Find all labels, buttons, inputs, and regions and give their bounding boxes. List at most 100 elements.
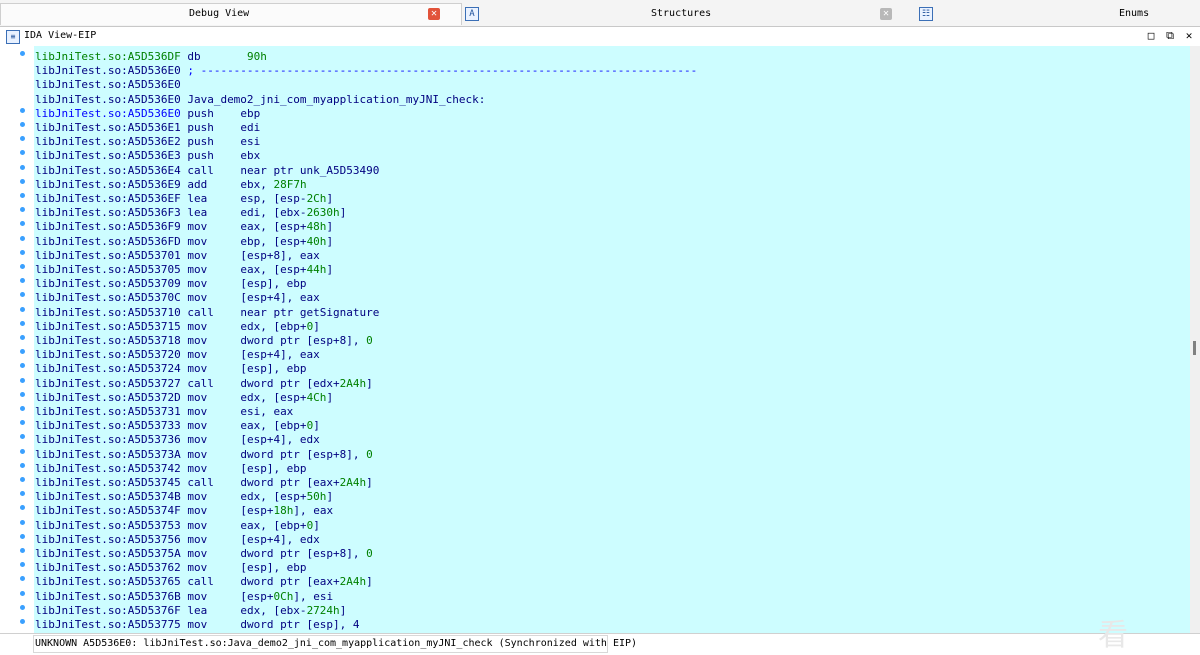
close-icon[interactable]: ✕ [428,8,440,20]
breakpoint-dot[interactable] [20,391,25,397]
mnemonic: push [187,106,214,120]
breakpoint-dot[interactable] [20,519,25,525]
gutter[interactable] [0,46,34,633]
breakpoint-dot[interactable] [20,51,25,56]
code-line[interactable]: libJniTest.so:A5D536E0 ; ---------------… [35,64,697,78]
operand: dword ptr [esp+8], 0 [240,547,373,560]
code-line[interactable]: libJniTest.so:A5D5374B mov edx, [esp+50h] [35,490,333,504]
breakpoint-dot[interactable] [20,249,25,255]
breakpoint-dot[interactable] [20,107,25,113]
breakpoint-dot[interactable] [20,548,25,553]
line-address: libJniTest.so:A5D5370C [35,291,181,305]
mnemonic: mov [187,234,208,248]
mnemonic: mov [187,618,208,631]
code-line[interactable]: libJniTest.so:A5D5376F lea edx, [ebx-2724… [35,604,346,618]
vertical-scrollbar[interactable] [1190,46,1200,633]
code-line[interactable]: libJniTest.so:A5D5370C mov [esp+4], eax [35,291,320,305]
code-line[interactable]: libJniTest.so:A5D536DF db 90h [35,50,267,64]
code-line[interactable]: libJniTest.so:A5D53733 mov eax, [ebp+0] [35,419,320,433]
mnemonic: mov [187,220,208,234]
code-line[interactable]: libJniTest.so:A5D53724 mov [esp], ebp [35,362,307,376]
code-line[interactable]: libJniTest.so:A5D536E4 call near ptr unk_… [35,164,379,178]
close-icon[interactable]: ✕ [1182,29,1196,43]
code-line[interactable]: libJniTest.so:A5D53765 call dword ptr [ea… [35,575,373,589]
code-line[interactable]: libJniTest.so:A5D53753 mov eax, [ebp+0] [35,519,320,533]
code-line[interactable]: libJniTest.so:A5D53710 call near ptr getS… [35,306,379,320]
code-line[interactable]: libJniTest.so:A5D53727 call dword ptr [ed… [35,377,373,391]
breakpoint-dot[interactable] [20,335,25,340]
code-line[interactable]: libJniTest.so:A5D53762 mov [esp], ebp [35,561,307,575]
line-address: libJniTest.so:A5D5372D [35,390,181,404]
code-line[interactable]: libJniTest.so:A5D53709 mov [esp], ebp [35,277,307,291]
breakpoint-dot[interactable] [20,619,25,624]
breakpoint-dot[interactable] [20,406,25,411]
code-line[interactable]: libJniTest.so:A5D536E9 add ebx, 28F7h [35,178,307,192]
mnemonic: mov [187,291,208,305]
breakpoint-dot[interactable] [20,533,25,539]
disassembly-listing[interactable]: libJniTest.so:A5D536DF db 90h libJniTest.… [0,46,1190,633]
tab-structures[interactable]: A Structures ✕ [460,3,910,24]
breakpoint-dot[interactable] [20,122,25,127]
tab-enums[interactable]: ☷ Enums [910,3,1200,24]
breakpoint-dot[interactable] [20,235,25,241]
code-line[interactable]: libJniTest.so:A5D53715 mov edx, [ebp+0] [35,320,320,334]
code-line[interactable]: libJniTest.so:A5D536EF lea esp, [esp-2Ch] [35,192,333,206]
operand: edx, [ebp+0] [240,319,320,333]
code-line[interactable]: libJniTest.so:A5D53756 mov [esp+4], edx [35,533,320,547]
mnemonic: mov [187,518,208,532]
tab-debug-view[interactable]: Debug View ✕ [0,3,462,25]
code-line[interactable]: libJniTest.so:A5D536E1 push edi [35,121,260,135]
mnemonic: mov [187,419,208,433]
line-address: libJniTest.so:A5D536E0 [35,92,181,106]
code-line[interactable]: libJniTest.so:A5D536E2 push esi [35,135,260,149]
breakpoint-dot[interactable] [20,448,25,454]
breakpoint-dot[interactable] [20,377,25,383]
breakpoint-dot[interactable] [20,320,25,326]
code-line[interactable]: libJniTest.so:A5D5373A mov dword ptr [esp… [35,448,373,462]
line-address: libJniTest.so:A5D53745 [35,476,181,489]
code-line[interactable]: libJniTest.so:A5D536FD mov ebp, [esp+40h] [35,235,333,249]
operand: [esp], ebp [240,277,307,291]
code-line[interactable]: libJniTest.so:A5D53720 mov [esp+4], eax [35,348,320,362]
line-address: libJniTest.so:A5D53762 [35,561,181,575]
code-line[interactable]: libJniTest.so:A5D5376B mov [esp+0Ch], esi [35,590,333,604]
mnemonic: mov [187,461,208,475]
operand: [esp+18h], eax [240,504,334,518]
maximize-icon[interactable]: □ [1144,29,1158,43]
breakpoint-dot[interactable] [20,164,25,170]
line-address: libJniTest.so:A5D5374F [35,504,181,518]
operand: ebx [240,149,261,163]
code-line[interactable]: libJniTest.so:A5D536E3 push ebx [35,149,260,163]
mnemonic: mov [187,263,208,276]
code-line[interactable]: libJniTest.so:A5D536E0 push ebp [35,107,260,121]
code-line[interactable]: libJniTest.so:A5D53775 mov dword ptr [esp… [35,618,360,632]
code-line[interactable]: libJniTest.so:A5D53705 mov eax, [esp+44h] [35,263,333,277]
code-line[interactable]: libJniTest.so:A5D536E0 [35,78,187,92]
line-address: libJniTest.so:A5D5376B [35,589,181,603]
operand: ebp [240,106,261,120]
tab-bar: Debug View ✕ A Structures ✕ ☷ Enums [0,0,1200,27]
code-line[interactable]: libJniTest.so:A5D536F9 mov eax, [esp+48h] [35,220,333,234]
restore-icon[interactable]: ⧉ [1163,29,1177,43]
breakpoint-dot[interactable] [20,264,25,269]
code-line[interactable]: libJniTest.so:A5D5374F mov [esp+18h], eax [35,504,333,518]
code-line[interactable]: libJniTest.so:A5D536F3 lea edi, [ebx-2630… [35,206,346,220]
breakpoint-dot[interactable] [20,306,25,312]
code-line[interactable]: libJniTest.so:A5D5372D mov edx, [esp+4Ch] [35,391,333,405]
code-line[interactable]: libJniTest.so:A5D536E0 Java_demo2_jni_co… [35,93,485,107]
breakpoint-dot[interactable] [20,590,25,596]
breakpoint-dot[interactable] [20,477,25,482]
breakpoint-dot[interactable] [20,178,25,184]
code-line[interactable]: libJniTest.so:A5D53731 mov esi, eax [35,405,293,419]
code-line[interactable]: libJniTest.so:A5D53701 mov [esp+8], eax [35,249,320,263]
breakpoint-dot[interactable] [20,462,25,468]
scrollbar-thumb[interactable] [1193,341,1196,355]
breakpoint-dot[interactable] [20,604,25,610]
close-icon[interactable]: ✕ [880,8,892,20]
code-line[interactable]: libJniTest.so:A5D53736 mov [esp+4], edx [35,433,320,447]
code-line[interactable]: libJniTest.so:A5D53742 mov [esp], ebp [35,462,307,476]
breakpoint-dot[interactable] [20,193,25,198]
code-line[interactable]: libJniTest.so:A5D53745 call dword ptr [ea… [35,476,373,490]
code-line[interactable]: libJniTest.so:A5D53718 mov dword ptr [esp… [35,334,373,348]
code-line[interactable]: libJniTest.so:A5D5375A mov dword ptr [esp… [35,547,373,561]
